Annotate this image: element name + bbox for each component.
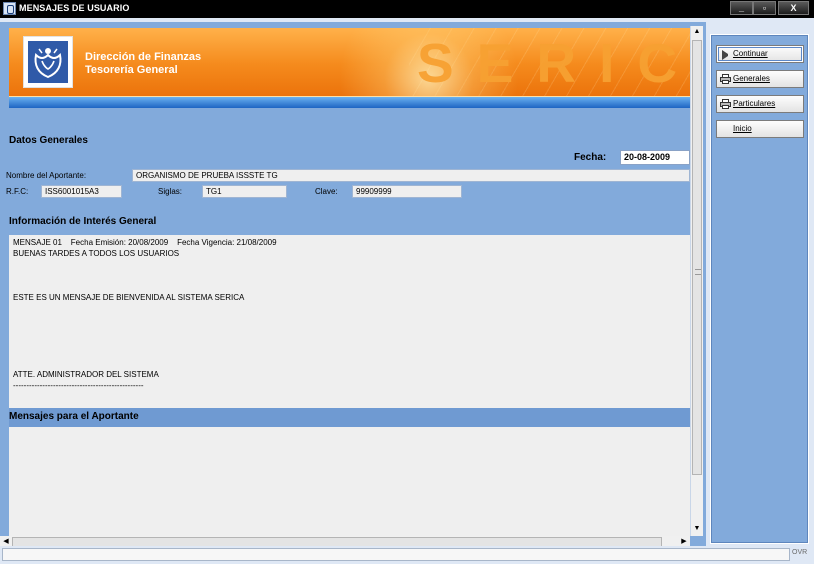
continuar-label: Continuar: [733, 49, 768, 58]
particulares-button[interactable]: Particulares: [716, 95, 804, 113]
siglas-label: Siglas:: [158, 187, 183, 196]
minimize-button[interactable]: _: [730, 1, 753, 15]
scroll-down-arrow-icon[interactable]: ▼: [691, 523, 703, 535]
institution-logo: [23, 36, 73, 88]
banner-stripe-blue: [9, 97, 690, 108]
message-line: [13, 347, 686, 358]
window-title: MENSAJES DE USUARIO: [19, 3, 130, 13]
header-banner: SERICA Dirección de Finanzas Tesorería G…: [9, 28, 690, 108]
aportante-messages-box[interactable]: [9, 427, 690, 537]
generales-label: Generales: [733, 74, 770, 83]
message-line: [13, 314, 686, 325]
banner-title-tesoreria: Tesorería General: [85, 64, 178, 76]
vertical-scrollbar[interactable]: ▲ ▼: [690, 26, 703, 536]
datos-generales-heading: Datos Generales: [9, 135, 88, 146]
close-button[interactable]: X: [778, 1, 809, 15]
play-icon: [722, 50, 732, 60]
message-line: [13, 281, 686, 292]
fecha-field[interactable]: 20-08-2009: [620, 150, 690, 165]
restore-button[interactable]: ▫: [753, 1, 776, 15]
inicio-label: Inicio: [733, 124, 752, 133]
printer-icon: [720, 74, 731, 84]
scroll-grip-icon: [695, 269, 701, 275]
window-client: SERICA Dirección de Finanzas Tesorería G…: [0, 18, 814, 564]
message-line: MENSAJE 01 Fecha Emisión: 20/08/2009 Fec…: [13, 238, 277, 247]
general-messages-box[interactable]: MENSAJE 01 Fecha Emisión: 20/08/2009 Fec…: [9, 235, 690, 408]
rfc-label: R.F.C:: [6, 187, 29, 196]
overwrite-mode-indicator: OVR: [792, 549, 808, 556]
message-line: [13, 259, 686, 270]
banner-title-finanzas: Dirección de Finanzas: [85, 51, 202, 63]
message-line: ----------------------------------------…: [13, 381, 144, 390]
message-line: [13, 270, 686, 281]
siglas-field[interactable]: TG1: [202, 185, 287, 198]
window-controls: _ ▫ X: [730, 1, 809, 15]
clave-field[interactable]: 99909999: [352, 185, 462, 198]
mensajes-aportante-heading: Mensajes para el Aportante: [9, 411, 139, 422]
scroll-up-arrow-icon[interactable]: ▲: [691, 26, 703, 38]
message-line: [13, 303, 686, 314]
continuar-button[interactable]: Continuar: [716, 45, 804, 63]
main-panel: SERICA Dirección de Finanzas Tesorería G…: [0, 22, 706, 548]
message-line: ATTE. ADMINISTRADOR DEL SISTEMA: [13, 370, 159, 379]
aportante-label: Nombre del Aportante:: [6, 171, 87, 180]
clave-label: Clave:: [315, 187, 338, 196]
informacion-heading: Información de Interés General: [9, 216, 157, 227]
message-line: [13, 336, 686, 347]
message-line: [13, 358, 686, 369]
status-message-field: [2, 548, 790, 561]
message-line: ESTE ES UN MENSAJE DE BIENVENIDA AL SIST…: [13, 293, 245, 302]
rfc-field[interactable]: ISS6001015A3: [41, 185, 122, 198]
aportante-field[interactable]: ORGANISMO DE PRUEBA ISSSTE TG: [132, 169, 690, 182]
hands-logo-icon: [28, 41, 68, 83]
fecha-label: Fecha:: [574, 152, 607, 163]
banner-watermark: SERICA: [417, 32, 690, 94]
printer-icon: [720, 99, 731, 109]
message-line: [13, 325, 686, 336]
vertical-scroll-thumb[interactable]: [692, 40, 702, 475]
app-icon: [3, 2, 16, 15]
title-bar: MENSAJES DE USUARIO _ ▫ X: [0, 0, 814, 18]
inicio-button[interactable]: Inicio: [716, 120, 804, 138]
generales-button[interactable]: Generales: [716, 70, 804, 88]
mensajes-aportante-bar: Mensajes para el Aportante: [9, 408, 690, 427]
action-sidebar: Continuar Generales Particulares Inicio: [710, 34, 809, 544]
message-line: BUENAS TARDES A TODOS LOS USUARIOS: [13, 249, 180, 258]
particulares-label: Particulares: [733, 99, 776, 108]
status-bar: OVR: [0, 546, 814, 564]
